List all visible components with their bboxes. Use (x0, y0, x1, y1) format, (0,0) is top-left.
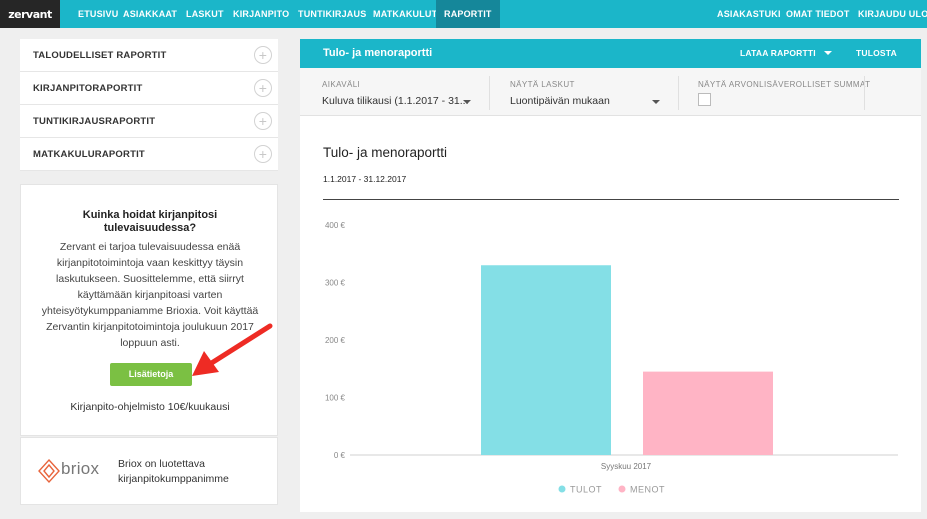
nav-raportit[interactable]: RAPORTIT (436, 0, 500, 28)
vat-label: NÄYTÄ ARVONLISÄVEROLLISET SUMMAT (698, 80, 871, 89)
chevron-down-icon (823, 51, 832, 55)
nav-etusivu[interactable]: ETUSIVU (78, 0, 118, 28)
period-select[interactable]: Kuluva tilikausi (1.1.2017 - 31... (322, 95, 469, 107)
zervant-logo[interactable]: zervant (0, 0, 60, 28)
more-info-button[interactable]: Lisätietoja (110, 363, 192, 386)
y-tick-label: 300 € (325, 279, 346, 288)
promo-price: Kirjanpito-ohjelmisto 10€/kuukausi (70, 401, 230, 413)
vat-checkbox[interactable] (698, 93, 711, 106)
report-category-tuntikirjaus[interactable]: TUNTIKIRJAUSRAPORTIT + (20, 105, 278, 138)
bar-menot (643, 371, 773, 455)
legend-swatch-tulot (558, 485, 566, 493)
legend-swatch-menot (618, 485, 626, 493)
promo-title: Kuinka hoidat kirjanpitosi tulevaisuudes… (82, 209, 218, 234)
nav-tuntikirjaus[interactable]: TUNTIKIRJAUS (298, 0, 366, 28)
invoices-label: NÄYTÄ LASKUT (510, 80, 575, 89)
red-arrow-icon (192, 323, 273, 376)
filter-divider (678, 76, 679, 110)
nav-kirjanpito[interactable]: KIRJANPITO (233, 0, 289, 28)
panel-title: Tulo- ja menoraportti (323, 47, 433, 59)
briox-logo-text: briox (61, 459, 100, 478)
y-tick-label: 400 € (325, 221, 346, 230)
y-tick-label: 0 € (334, 451, 346, 460)
plus-circle-icon[interactable]: + (254, 79, 272, 97)
filter-divider (864, 76, 865, 110)
promo-box: Kuinka hoidat kirjanpitosi tulevaisuudes… (20, 184, 278, 436)
nav-matkakulut[interactable]: MATKAKULUT (373, 0, 437, 28)
nav-laskut[interactable]: LASKUT (186, 0, 224, 28)
legend-label-tulot: TULOT (570, 485, 602, 495)
briox-partner-box[interactable]: briox Briox on luotettava kirjanpitokump… (20, 437, 278, 505)
download-report-label: LATAA RAPORTTI (740, 48, 816, 58)
report-date-range: 1.1.2017 - 31.12.2017 (323, 174, 407, 184)
nav-asiakastuki[interactable]: ASIAKASTUKI (717, 0, 781, 28)
chevron-down-icon[interactable] (652, 100, 660, 104)
period-label: AIKAVÄLI (322, 80, 361, 89)
plus-circle-icon[interactable]: + (254, 46, 272, 64)
y-tick-label: 200 € (325, 336, 346, 345)
invoices-select[interactable]: Luontipäivän mukaan (510, 95, 610, 107)
report-divider (323, 199, 899, 200)
filter-bar: AIKAVÄLI Kuluva tilikausi (1.1.2017 - 31… (300, 68, 921, 116)
download-report-button[interactable]: LATAA RAPORTTI (740, 39, 832, 68)
report-category-kirjanpito[interactable]: KIRJANPITORAPORTIT + (20, 72, 278, 105)
nav-asiakkaat[interactable]: ASIAKKAAT (123, 0, 177, 28)
chevron-down-icon[interactable] (463, 100, 471, 104)
y-tick-label: 100 € (325, 394, 346, 403)
briox-description: Briox on luotettava kirjanpitokumppanimm… (118, 458, 229, 485)
report-category-taloudelliset[interactable]: TALOUDELLISET RAPORTIT + (20, 39, 278, 72)
report-category-label: KIRJANPITORAPORTIT (33, 82, 143, 94)
income-expense-chart: 0 € 100 € 200 € 300 € 400 € Syyskuu 2017 TULOT… (325, 221, 898, 495)
bar-tulot (481, 265, 611, 455)
report-category-label: TALOUDELLISET RAPORTIT (33, 49, 167, 61)
plus-circle-icon[interactable]: + (254, 112, 272, 130)
panel-header: Tulo- ja menoraportti LATAA RAPORTTI TUL… (300, 39, 921, 68)
plus-circle-icon[interactable]: + (254, 145, 272, 163)
report-category-list: TALOUDELLISET RAPORTIT + KIRJANPITORAPOR… (20, 39, 278, 171)
nav-omat-tiedot[interactable]: OMAT TIEDOT (786, 0, 850, 28)
x-tick-label: Syyskuu 2017 (601, 462, 652, 471)
report-title: Tulo- ja menoraportti (323, 145, 448, 160)
print-button[interactable]: TULOSTA (856, 39, 897, 68)
filter-divider (489, 76, 490, 110)
nav-kirjaudu-ulos[interactable]: KIRJAUDU ULOS (858, 0, 927, 28)
report-panel: Tulo- ja menoraportti LATAA RAPORTTI TUL… (300, 39, 921, 512)
report-category-label: TUNTIKIRJAUSRAPORTIT (33, 115, 156, 127)
top-navigation: zervant ETUSIVU ASIAKKAAT LASKUT KIRJANP… (0, 0, 927, 28)
legend-label-menot: MENOT (630, 485, 665, 495)
report-category-label: MATKAKULURAPORTIT (33, 148, 145, 160)
report-category-matkakulu[interactable]: MATKAKULURAPORTIT + (20, 138, 278, 171)
